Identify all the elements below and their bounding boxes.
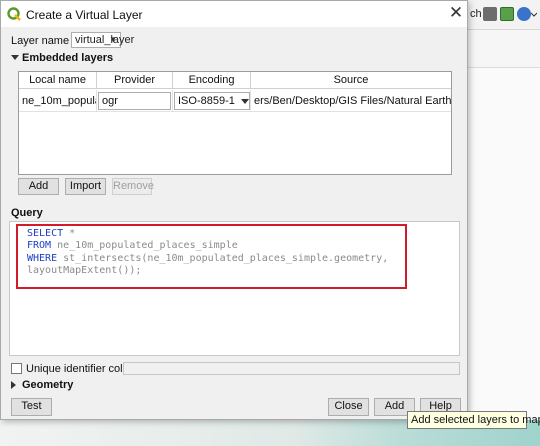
test-button[interactable]: Test xyxy=(11,398,52,416)
cell-encoding[interactable]: ISO-8859-1 xyxy=(173,90,251,112)
dialog-titlebar[interactable]: Create a Virtual Layer ✕ xyxy=(1,1,467,27)
create-virtual-layer-dialog: Create a Virtual Layer ✕ Layer name virt… xyxy=(0,0,468,420)
close-button[interactable]: Close xyxy=(328,398,369,416)
geometry-header[interactable]: Geometry xyxy=(22,379,73,391)
collapse-triangle-icon[interactable] xyxy=(11,55,19,60)
add-layer-button[interactable]: Add xyxy=(18,178,59,195)
column-header-local-name[interactable]: Local name xyxy=(19,72,97,89)
layer-name-combo[interactable]: virtual_layer ▼ xyxy=(71,32,134,48)
highlight-annotation-frame xyxy=(16,224,407,289)
expand-triangle-icon[interactable] xyxy=(11,381,16,389)
cell-provider[interactable]: ogr xyxy=(97,90,173,112)
print-icon[interactable] xyxy=(483,7,497,21)
encoding-combo[interactable]: ISO-8859-1 xyxy=(174,92,250,110)
embedded-layers-table: Local name Provider Encoding Source ne_1… xyxy=(18,71,452,175)
map-canvas[interactable] xyxy=(468,68,540,446)
layer-name-label: Layer name xyxy=(11,35,70,47)
column-header-encoding[interactable]: Encoding xyxy=(173,72,251,89)
toolbar-partial-label: ch xyxy=(470,8,482,20)
dialog-title: Create a Virtual Layer xyxy=(26,8,143,22)
encoding-value: ISO-8859-1 xyxy=(178,95,235,107)
provider-combo[interactable]: ogr xyxy=(98,92,171,110)
style-manager-icon[interactable] xyxy=(517,7,531,21)
cell-source[interactable]: ers/Ben/Desktop/GIS Files/Natural Earth … xyxy=(251,90,451,112)
chevron-down-icon xyxy=(241,99,249,104)
layer-name-value: virtual_layer xyxy=(75,34,135,46)
column-header-source[interactable]: Source xyxy=(251,72,451,89)
table-header: Local name Provider Encoding Source xyxy=(19,72,451,89)
unique-identifier-field[interactable] xyxy=(123,362,460,375)
qgis-toolbar-row-2 xyxy=(468,30,540,68)
unique-identifier-checkbox[interactable] xyxy=(11,363,22,374)
table-row[interactable]: ne_10m_popula... ogr ISO-8859-1 ers/Ben/… xyxy=(19,90,451,112)
cell-local-name[interactable]: ne_10m_popula... xyxy=(19,90,97,112)
dropdown-arrow-icon[interactable] xyxy=(530,7,538,21)
column-header-provider[interactable]: Provider xyxy=(97,72,173,89)
qgis-toolbar: ch xyxy=(468,0,540,30)
add-button-tooltip: Add selected layers to map xyxy=(407,411,540,429)
chevron-down-icon: ▼ xyxy=(109,35,117,44)
embedded-layers-header[interactable]: Embedded layers xyxy=(22,52,113,64)
import-layer-button[interactable]: Import xyxy=(65,178,106,195)
remove-layer-button[interactable]: Remove xyxy=(112,178,154,195)
qgis-logo-icon xyxy=(7,7,21,21)
query-label: Query xyxy=(11,207,43,219)
close-icon[interactable]: ✕ xyxy=(446,3,466,23)
layout-manager-icon[interactable] xyxy=(500,7,514,21)
